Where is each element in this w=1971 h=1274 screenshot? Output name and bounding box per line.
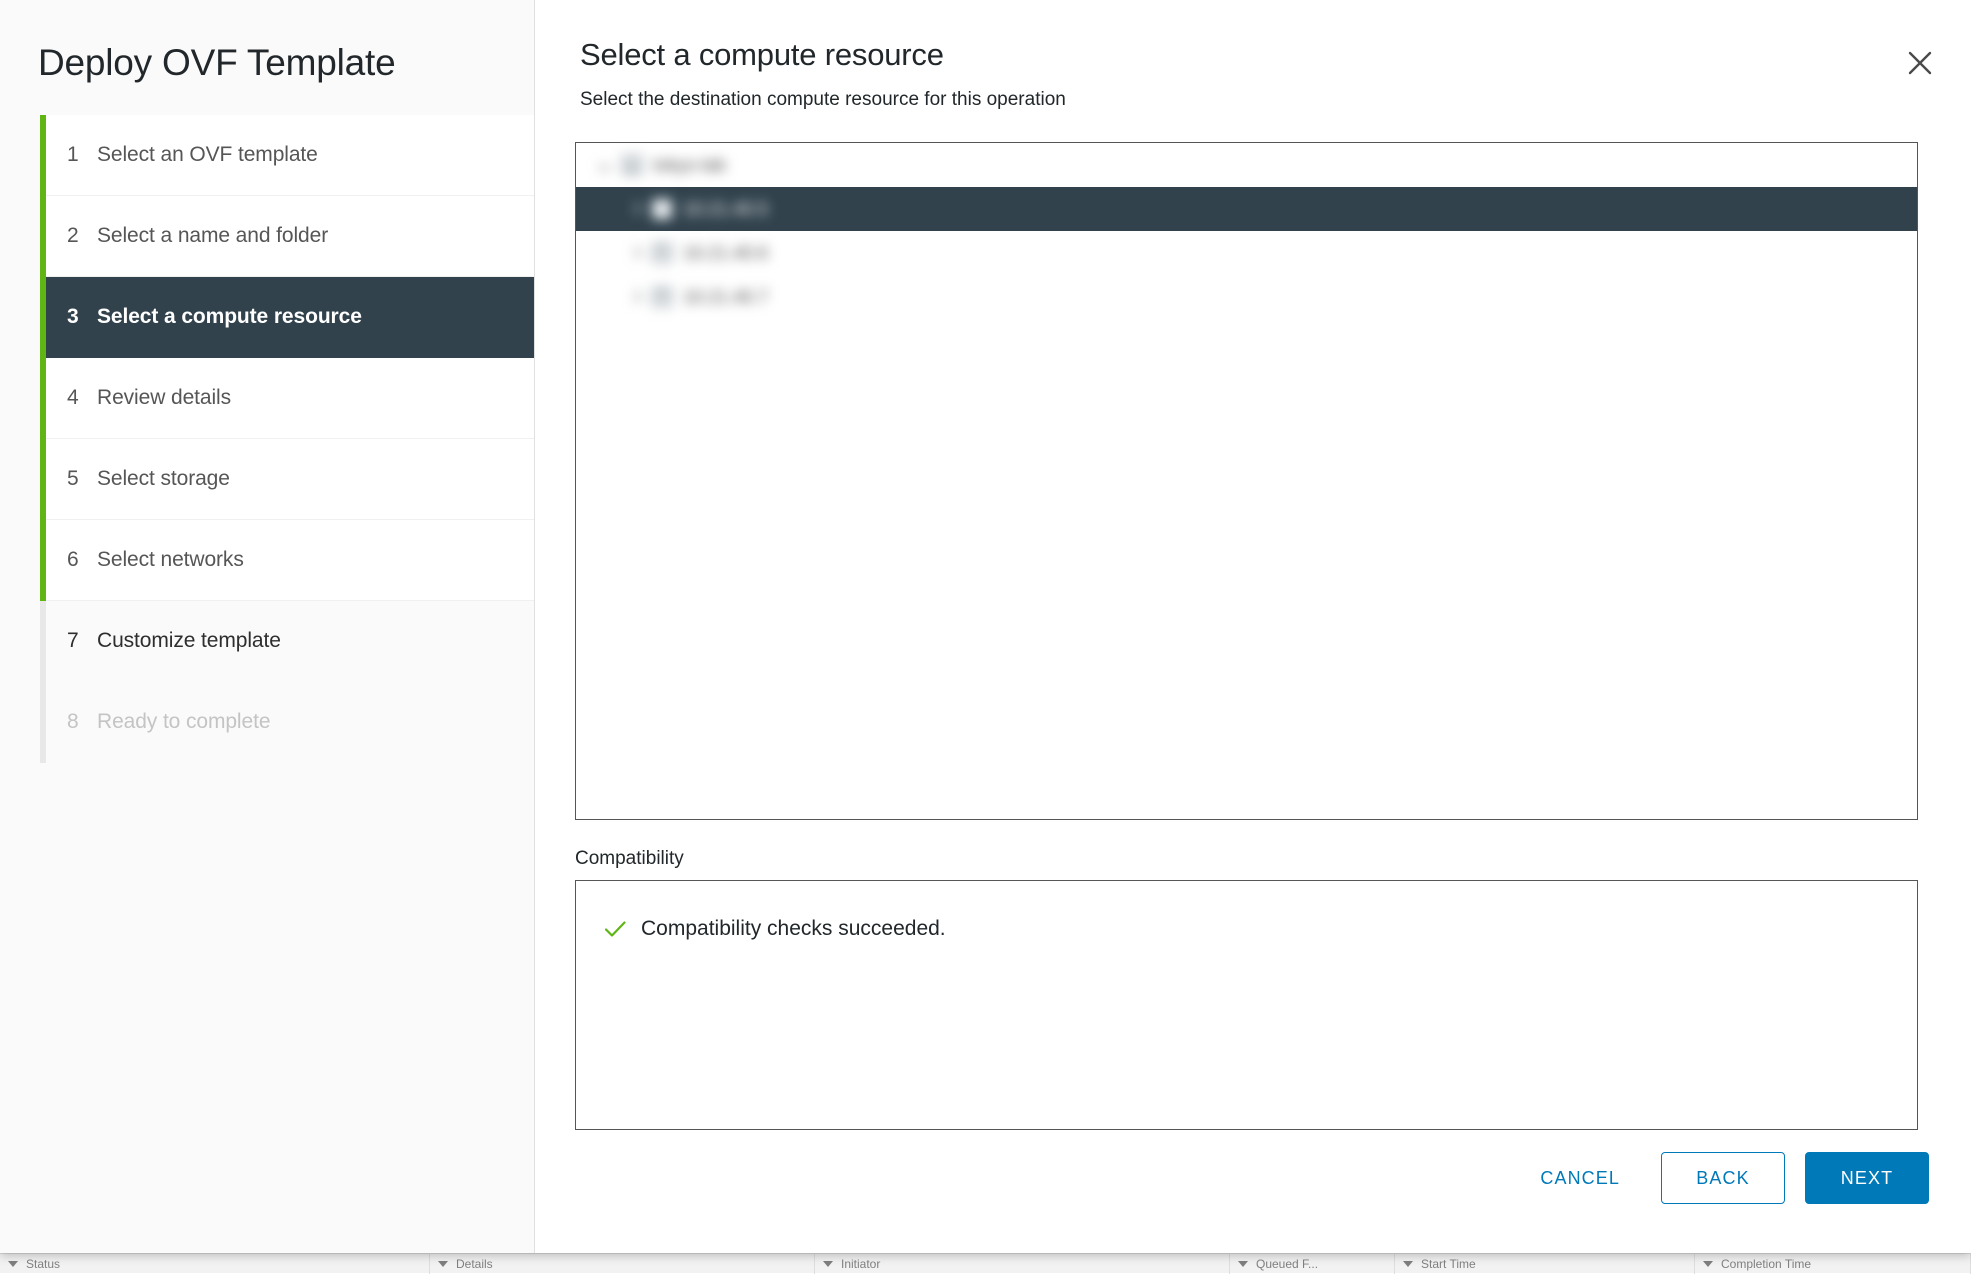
background-table-column-label: Status <box>26 1257 60 1271</box>
background-task-table-header: Status Details Initiator Queued F... Start T… <box>0 1253 1971 1273</box>
dialog-footer: CANCEL BACK NEXT <box>1517 1152 1929 1204</box>
background-table-column-header: Queued F... <box>1230 1254 1395 1274</box>
page-title: Select a compute resource <box>535 0 1971 73</box>
wizard-step-number: 1 <box>67 143 97 167</box>
wizard-step-6[interactable]: 6Select networks <box>46 520 534 601</box>
chevron-down-icon <box>1703 1261 1713 1267</box>
wizard-step-label: Review details <box>97 386 231 410</box>
host-icon <box>652 199 672 219</box>
wizard-step-label: Ready to complete <box>97 710 270 734</box>
chevron-down-icon <box>1403 1261 1413 1267</box>
chevron-right-icon[interactable] <box>628 202 642 216</box>
wizard-step-7[interactable]: 7Customize template <box>46 601 534 682</box>
chevron-down-icon <box>438 1261 448 1267</box>
wizard-step-8: 8Ready to complete <box>46 682 534 763</box>
chevron-down-icon[interactable] <box>598 158 612 172</box>
background-table-column-label: Start Time <box>1421 1257 1476 1271</box>
wizard-step-4[interactable]: 4Review details <box>46 358 534 439</box>
tree-row-label: 10.21.40.5 <box>683 199 768 220</box>
tree-row[interactable]: tokyo-lab <box>576 143 1917 187</box>
background-table-column-header: Start Time <box>1395 1254 1695 1274</box>
wizard-step-number: 2 <box>67 224 97 248</box>
background-table-column-header: Completion Time <box>1695 1254 1971 1274</box>
wizard-step-label: Customize template <box>97 629 281 653</box>
wizard-step-5[interactable]: 5Select storage <box>46 439 534 520</box>
chevron-down-icon <box>8 1261 18 1267</box>
host-icon <box>652 287 672 307</box>
compatibility-panel: Compatibility checks succeeded. <box>575 880 1918 1130</box>
dialog-title: Deploy OVF Template <box>0 0 534 84</box>
wizard-step-1[interactable]: 1Select an OVF template <box>46 115 534 196</box>
cancel-button[interactable]: CANCEL <box>1517 1152 1643 1204</box>
background-table-column-header: Details <box>430 1254 815 1274</box>
chevron-right-icon[interactable] <box>628 246 642 260</box>
background-table-column-label: Completion Time <box>1721 1257 1811 1271</box>
page-subtitle: Select the destination compute resource … <box>535 73 1971 111</box>
wizard-step-label: Select a name and folder <box>97 224 328 248</box>
wizard-step-list: 1Select an OVF template2Select a name an… <box>0 115 534 763</box>
tree-row[interactable]: 10.21.40.6 <box>576 231 1917 275</box>
wizard-step-label: Select a compute resource <box>97 305 362 329</box>
wizard-step-label: Select an OVF template <box>97 143 318 167</box>
wizard-step-label: Select networks <box>97 548 244 572</box>
background-table-column-header: Status <box>0 1254 430 1274</box>
back-button[interactable]: BACK <box>1661 1152 1785 1204</box>
chevron-right-icon[interactable] <box>628 290 642 304</box>
background-table-column-label: Queued F... <box>1256 1257 1318 1271</box>
compute-resource-tree[interactable]: tokyo-lab 10.21.40.5 10.21.40.6 10.21.40.7 <box>575 142 1918 820</box>
wizard-step-2[interactable]: 2Select a name and folder <box>46 196 534 277</box>
datacenter-icon <box>622 155 642 175</box>
background-table-column-label: Initiator <box>841 1257 880 1271</box>
wizard-content-pane: Select a compute resource Select the des… <box>535 0 1971 1253</box>
wizard-navigation-sidebar: Deploy OVF Template 1Select an OVF templ… <box>0 0 535 1253</box>
wizard-step-number: 3 <box>67 305 97 329</box>
tree-row-label: 10.21.40.7 <box>683 287 768 308</box>
host-icon <box>652 243 672 263</box>
tree-row[interactable]: 10.21.40.7 <box>576 275 1917 319</box>
tree-row-label: tokyo-lab <box>653 155 726 176</box>
next-button[interactable]: NEXT <box>1805 1152 1929 1204</box>
chevron-down-icon <box>1238 1261 1248 1267</box>
wizard-step-number: 5 <box>67 467 97 491</box>
compatibility-status-row: Compatibility checks succeeded. <box>576 881 1917 942</box>
wizard-step-number: 4 <box>67 386 97 410</box>
wizard-step-3[interactable]: 3Select a compute resource <box>46 277 534 358</box>
tree-row-label: 10.21.40.6 <box>683 243 768 264</box>
wizard-step-number: 8 <box>67 710 97 734</box>
check-icon <box>602 916 628 942</box>
background-table-column-label: Details <box>456 1257 493 1271</box>
compatibility-message: Compatibility checks succeeded. <box>641 917 946 941</box>
deploy-ovf-template-dialog: Deploy OVF Template 1Select an OVF templ… <box>0 0 1971 1253</box>
wizard-step-label: Select storage <box>97 467 230 491</box>
background-table-column-header: Initiator <box>815 1254 1230 1274</box>
chevron-down-icon <box>823 1261 833 1267</box>
wizard-step-number: 6 <box>67 548 97 572</box>
close-icon[interactable] <box>1893 36 1947 90</box>
tree-row[interactable]: 10.21.40.5 <box>576 187 1917 231</box>
wizard-step-number: 7 <box>67 629 97 653</box>
compatibility-label: Compatibility <box>575 848 684 870</box>
